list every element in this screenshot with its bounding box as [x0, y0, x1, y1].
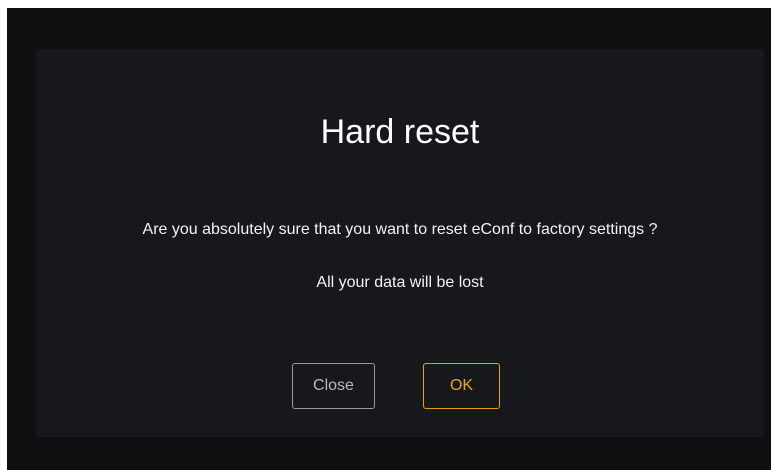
hard-reset-dialog: Hard reset Are you absolutely sure that … — [36, 49, 764, 437]
dialog-title: Hard reset — [320, 113, 480, 151]
data-loss-warning: All your data will be lost — [316, 274, 484, 291]
ok-button[interactable]: OK — [423, 363, 500, 409]
close-button[interactable]: Close — [292, 363, 375, 409]
confirmation-message: Are you absolutely sure that you want to… — [142, 221, 658, 238]
screen-backdrop: Hard reset Are you absolutely sure that … — [7, 8, 771, 470]
